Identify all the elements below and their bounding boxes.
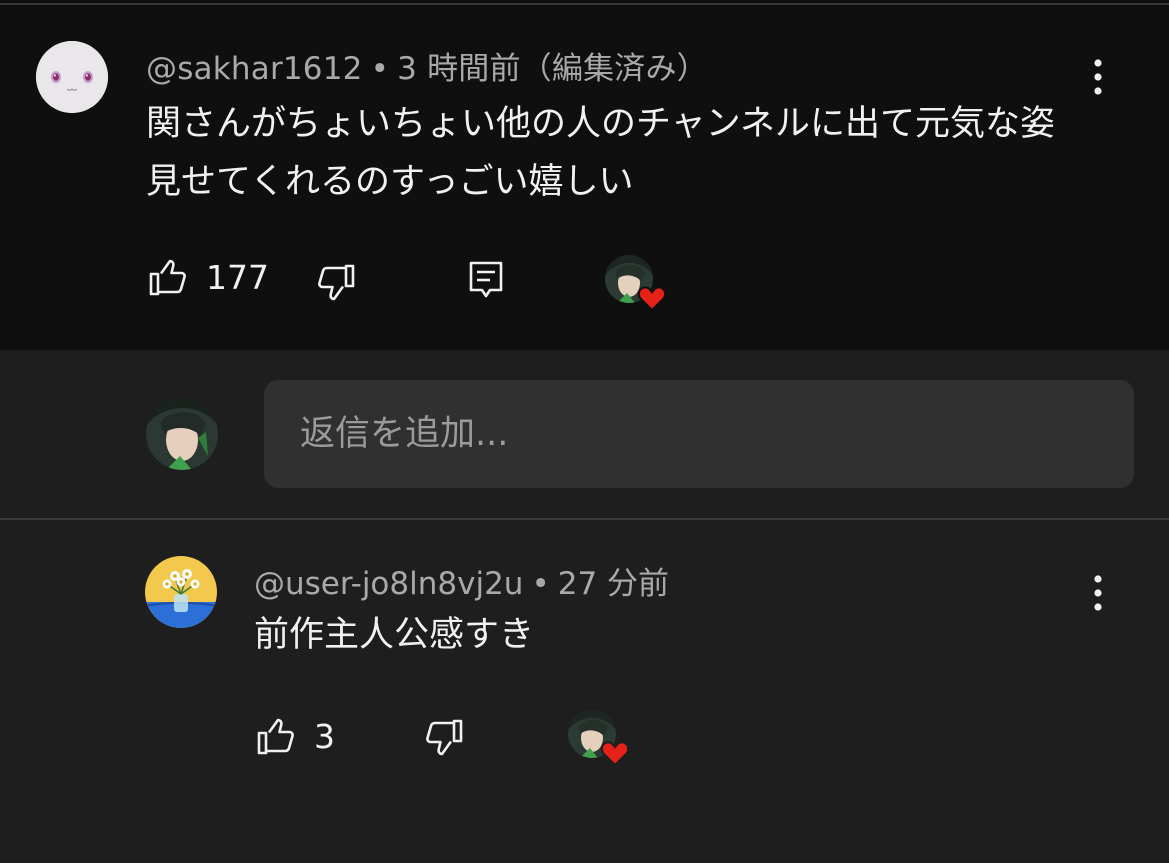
meta-separator: • <box>531 566 550 602</box>
reply-meta: @user-jo8ln8vj2u • 27 分前 <box>254 558 669 603</box>
reply-author[interactable]: @user-jo8ln8vj2u <box>254 566 523 602</box>
like-count: 3 <box>314 716 335 756</box>
comment-thread: @sakhar1612 • 3 時間前（編集済み） 関さんがちょいちょい他の人のチャ… <box>0 5 1169 350</box>
more-vert-icon <box>1094 59 1102 95</box>
avatar[interactable] <box>36 41 108 113</box>
reply-comment: @user-jo8ln8vj2u • 27 分前 前作主人公感すき 3 <box>0 520 1169 863</box>
comment-author[interactable]: @sakhar1612 <box>146 51 363 87</box>
more-vert-icon <box>1094 575 1102 611</box>
thumbs-up-icon <box>257 718 294 755</box>
thumbs-down-icon <box>426 719 463 756</box>
thumbs-down-icon <box>318 264 355 301</box>
comment-time[interactable]: 3 時間前（編集済み） <box>397 51 708 87</box>
dislike-button[interactable] <box>316 263 356 303</box>
like-button[interactable] <box>148 257 188 297</box>
reply-like-group: 3 <box>256 716 335 756</box>
dislike-button[interactable] <box>424 718 464 758</box>
creator-heart-icon <box>605 255 667 312</box>
reply-icon <box>469 261 503 298</box>
meta-separator: • <box>370 51 390 87</box>
creator-heart-badge[interactable] <box>568 710 634 768</box>
like-group: 177 <box>148 257 269 297</box>
reply-time[interactable]: 27 分前 <box>558 566 669 602</box>
reply-more-options-button[interactable] <box>1080 568 1116 618</box>
user-avatar-icon <box>146 398 218 470</box>
reply-text: 前作主人公感すき <box>254 615 535 655</box>
current-user-avatar[interactable] <box>146 398 218 470</box>
comment-text: 関さんがちょいちょい他の人のチャンネルに出て元気な姿見せてくれるのすっごい嬉しい <box>146 104 1055 202</box>
reply-composer <box>0 350 1169 518</box>
like-button[interactable] <box>256 716 296 756</box>
creator-heart-icon <box>568 710 630 767</box>
reply-avatar[interactable] <box>145 556 217 628</box>
like-count: 177 <box>206 257 269 297</box>
thumbs-up-icon <box>149 259 186 296</box>
comment-meta: @sakhar1612 • 3 時間前（編集済み） <box>146 43 708 88</box>
more-options-button[interactable] <box>1080 52 1116 102</box>
flower-vase-avatar-icon <box>145 556 217 628</box>
creator-heart-badge[interactable] <box>605 255 671 313</box>
reply-button[interactable] <box>466 259 506 303</box>
comments-panel: @sakhar1612 • 3 時間前（編集済み） 関さんがちょいちょい他の人のチャ… <box>0 0 1169 863</box>
reply-input[interactable] <box>264 380 1134 488</box>
face-avatar-icon <box>36 41 108 113</box>
